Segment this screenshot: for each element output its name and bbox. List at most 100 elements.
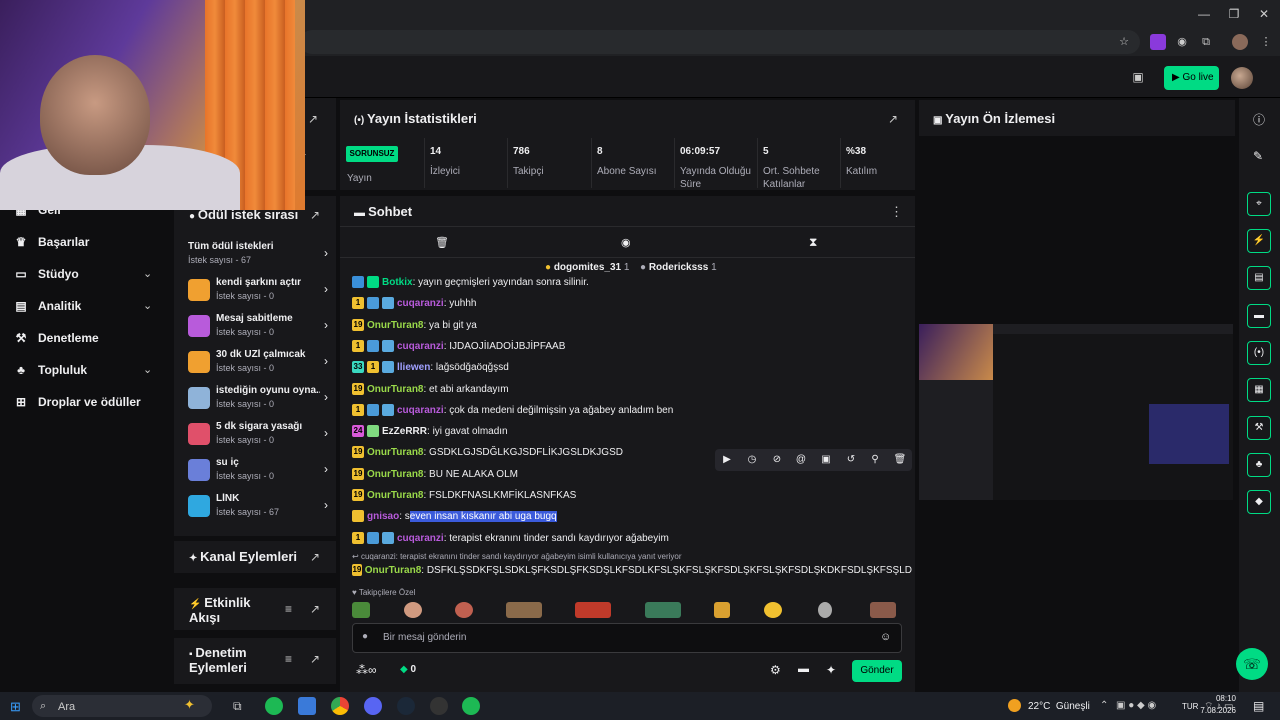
chat-icon[interactable]: ▬ xyxy=(1247,304,1271,328)
info-icon[interactable]: ⓘ xyxy=(1253,111,1265,128)
taskbar-app-icon[interactable] xyxy=(298,697,316,715)
chevron-down-icon[interactable]: ⌄ xyxy=(143,363,155,376)
gift-leaderboard-1[interactable]: ● dogomites_31 1 xyxy=(545,262,629,273)
emote[interactable] xyxy=(870,602,896,618)
tray-icons[interactable]: ▣ ● ◆ ◉ xyxy=(1116,700,1156,711)
chat-bubble-icon[interactable]: ▬ xyxy=(798,663,809,675)
chat-username[interactable]: gnisao xyxy=(367,511,399,522)
chat-message[interactable]: 19 OnurTuran8: FSLDKFNASLKMFİKLASNFKAS xyxy=(352,486,912,504)
lightning-icon[interactable]: ⚡ xyxy=(1247,229,1271,253)
emote[interactable] xyxy=(818,602,832,618)
popout-icon[interactable]: ↗ xyxy=(310,602,320,616)
minimize-icon[interactable]: — xyxy=(1196,6,1212,22)
wrench-icon[interactable]: ⚒ xyxy=(1247,416,1271,440)
broadcast-icon[interactable]: ▣ xyxy=(1130,70,1146,86)
broadcast-icon[interactable]: (•) xyxy=(1247,341,1271,365)
reward-item[interactable]: 5 dk sigara yasağı İstek sayısı - 0 › xyxy=(188,421,334,455)
chat-username[interactable]: lliewen xyxy=(397,362,430,373)
chat-username[interactable]: OnurTuran8 xyxy=(367,384,423,395)
profile-avatar[interactable] xyxy=(1232,34,1248,50)
spotify-icon[interactable] xyxy=(462,697,480,715)
chat-username[interactable]: EzZeRRR xyxy=(382,426,427,437)
sidebar-item-community[interactable]: ♣ Topluluk xyxy=(14,360,87,380)
discord-icon[interactable] xyxy=(364,697,382,715)
emote[interactable] xyxy=(352,602,370,618)
windows-start-icon[interactable]: ⊞ xyxy=(10,699,21,715)
gift-leaderboard-2[interactable]: ● Rodericksss 1 xyxy=(640,262,717,273)
gem-icon[interactable]: ◆ xyxy=(1247,490,1271,514)
reward-item[interactable]: istediğin oyunu oyna... İstek sayısı - 0 › xyxy=(188,385,334,419)
chat-username[interactable]: OnurTuran8 xyxy=(367,447,423,458)
chat-message[interactable]: 19 OnurTuran8: ya bi git ya xyxy=(352,316,912,334)
chat-message[interactable]: Botkix: yayın geçmişleri yayından sonra … xyxy=(352,273,912,291)
avatar[interactable] xyxy=(1231,67,1253,89)
clock-time[interactable]: 08:10 xyxy=(1206,694,1236,703)
emote[interactable] xyxy=(645,602,681,618)
extension-icon[interactable]: ◉ xyxy=(1174,34,1190,50)
settings-gear-icon[interactable]: ⚙ xyxy=(770,663,781,677)
layout-icon[interactable]: ▦ xyxy=(1247,378,1271,402)
document-icon[interactable]: ▤ xyxy=(1247,266,1271,290)
chat-message[interactable]: 33 1 lliewen: lağsödğaöqğşsd xyxy=(352,358,912,376)
chevron-down-icon[interactable]: ⌄ xyxy=(143,267,155,280)
speech-bubble-icon[interactable]: ◉ xyxy=(621,236,631,249)
emote[interactable] xyxy=(455,602,473,618)
emote[interactable] xyxy=(506,602,542,618)
chat-message[interactable]: 1 cuqaranzi: çok da medeni değilmişsin ya… xyxy=(352,401,912,419)
popout-icon[interactable]: ↗ xyxy=(310,208,320,222)
tray-chevron-icon[interactable]: ⌃ xyxy=(1100,700,1108,711)
ban-icon[interactable]: ⊘ xyxy=(769,452,785,468)
extension-icon[interactable] xyxy=(1150,34,1166,50)
undo-icon[interactable]: ↺ xyxy=(843,452,859,468)
maximize-icon[interactable]: ❐ xyxy=(1226,6,1242,22)
reward-item[interactable]: Mesaj sabitleme İstek sayısı - 0 › xyxy=(188,313,334,347)
reward-item[interactable]: kendi şarkını açtır İstek sayısı - 0 › xyxy=(188,277,334,311)
community-icon[interactable]: ♣ xyxy=(1247,453,1271,477)
weather-text[interactable]: 22°C Güneşli xyxy=(1028,701,1090,712)
mention-icon[interactable]: @ xyxy=(793,452,809,468)
bits-counter[interactable]: ◆ 0 xyxy=(400,664,416,675)
task-view-icon[interactable]: ⧉ xyxy=(233,699,242,714)
sidebar-item-studio[interactable]: ▭ Stüdyo xyxy=(14,264,78,284)
chat-message[interactable]: 24 EzZeRRR: iyi gavat olmadın xyxy=(352,422,912,440)
popout-icon[interactable]: ↗ xyxy=(310,550,320,564)
chat-message[interactable]: 1 cuqaranzi: terapist ekranını tinder san… xyxy=(352,529,912,547)
send-button[interactable]: Gönder xyxy=(852,660,902,682)
reward-item[interactable]: su iç İstek sayısı - 0 › xyxy=(188,457,334,491)
clip-icon[interactable]: ⌖ xyxy=(1247,192,1271,216)
popout-icon[interactable]: ↗ xyxy=(310,652,320,666)
emote-picker-icon[interactable]: ☺ xyxy=(880,631,891,643)
chrome-icon[interactable] xyxy=(331,697,349,715)
sidebar-item-analytics[interactable]: ▤ Analitik xyxy=(14,296,81,316)
filter-icon[interactable]: ≡ xyxy=(285,652,292,666)
address-bar[interactable] xyxy=(300,30,1140,54)
trash-icon[interactable]: 🗑 xyxy=(435,236,449,249)
timeout-icon[interactable]: ◷ xyxy=(744,452,760,468)
pin-icon[interactable]: ⚲ xyxy=(867,452,883,468)
emote[interactable] xyxy=(764,602,782,618)
menu-dots-icon[interactable]: ⋮ xyxy=(1258,34,1274,50)
chat-message-last[interactable]: 19 OnurTuran8 : DSFKLŞSDKFŞLSDKLŞFKSDLŞF… xyxy=(352,561,912,579)
notification-icon[interactable]: ▤ xyxy=(1253,699,1264,713)
emote[interactable] xyxy=(714,602,730,618)
steam-icon[interactable] xyxy=(397,697,415,715)
sidebar-item-achievements[interactable]: ♛ Başarılar xyxy=(14,232,90,252)
edit-icon[interactable]: ✎ xyxy=(1253,149,1263,163)
copy-icon[interactable]: ▣ xyxy=(818,452,834,468)
popout-icon[interactable]: ↗ xyxy=(888,112,898,126)
emote[interactable] xyxy=(404,602,422,618)
chat-username[interactable]: cuqaranzi xyxy=(397,533,444,544)
reward-item[interactable]: 30 dk UZİ çalmıcak İstek sayısı - 0 › xyxy=(188,349,334,383)
chat-message[interactable]: 19 OnurTuran8: et abi arkandayım xyxy=(352,380,912,398)
stream-preview-video[interactable] xyxy=(919,324,1233,500)
chat-username[interactable]: OnurTuran8 xyxy=(367,469,423,480)
sidebar-item-drops[interactable]: ⊞ Droplar ve ödüller xyxy=(14,392,141,412)
sidebar-item-moderation[interactable]: ⚒ Denetleme xyxy=(14,328,99,348)
chat-message[interactable]: 1 cuqaranzi: yuhhh xyxy=(352,294,912,312)
chat-username[interactable]: OnurTuran8 xyxy=(367,320,423,331)
chat-message[interactable]: gnisao: s even insan kıskanır abi uga bug… xyxy=(352,507,912,525)
chat-username[interactable]: cuqaranzi xyxy=(397,341,444,352)
chat-message[interactable]: 1 cuqaranzi: IJDAOJİIADOİJBJİPFAAB xyxy=(352,337,912,355)
reward-item[interactable]: LİNK İstek sayısı - 67 › xyxy=(188,493,334,527)
chat-username[interactable]: OnurTuran8 xyxy=(367,490,423,501)
